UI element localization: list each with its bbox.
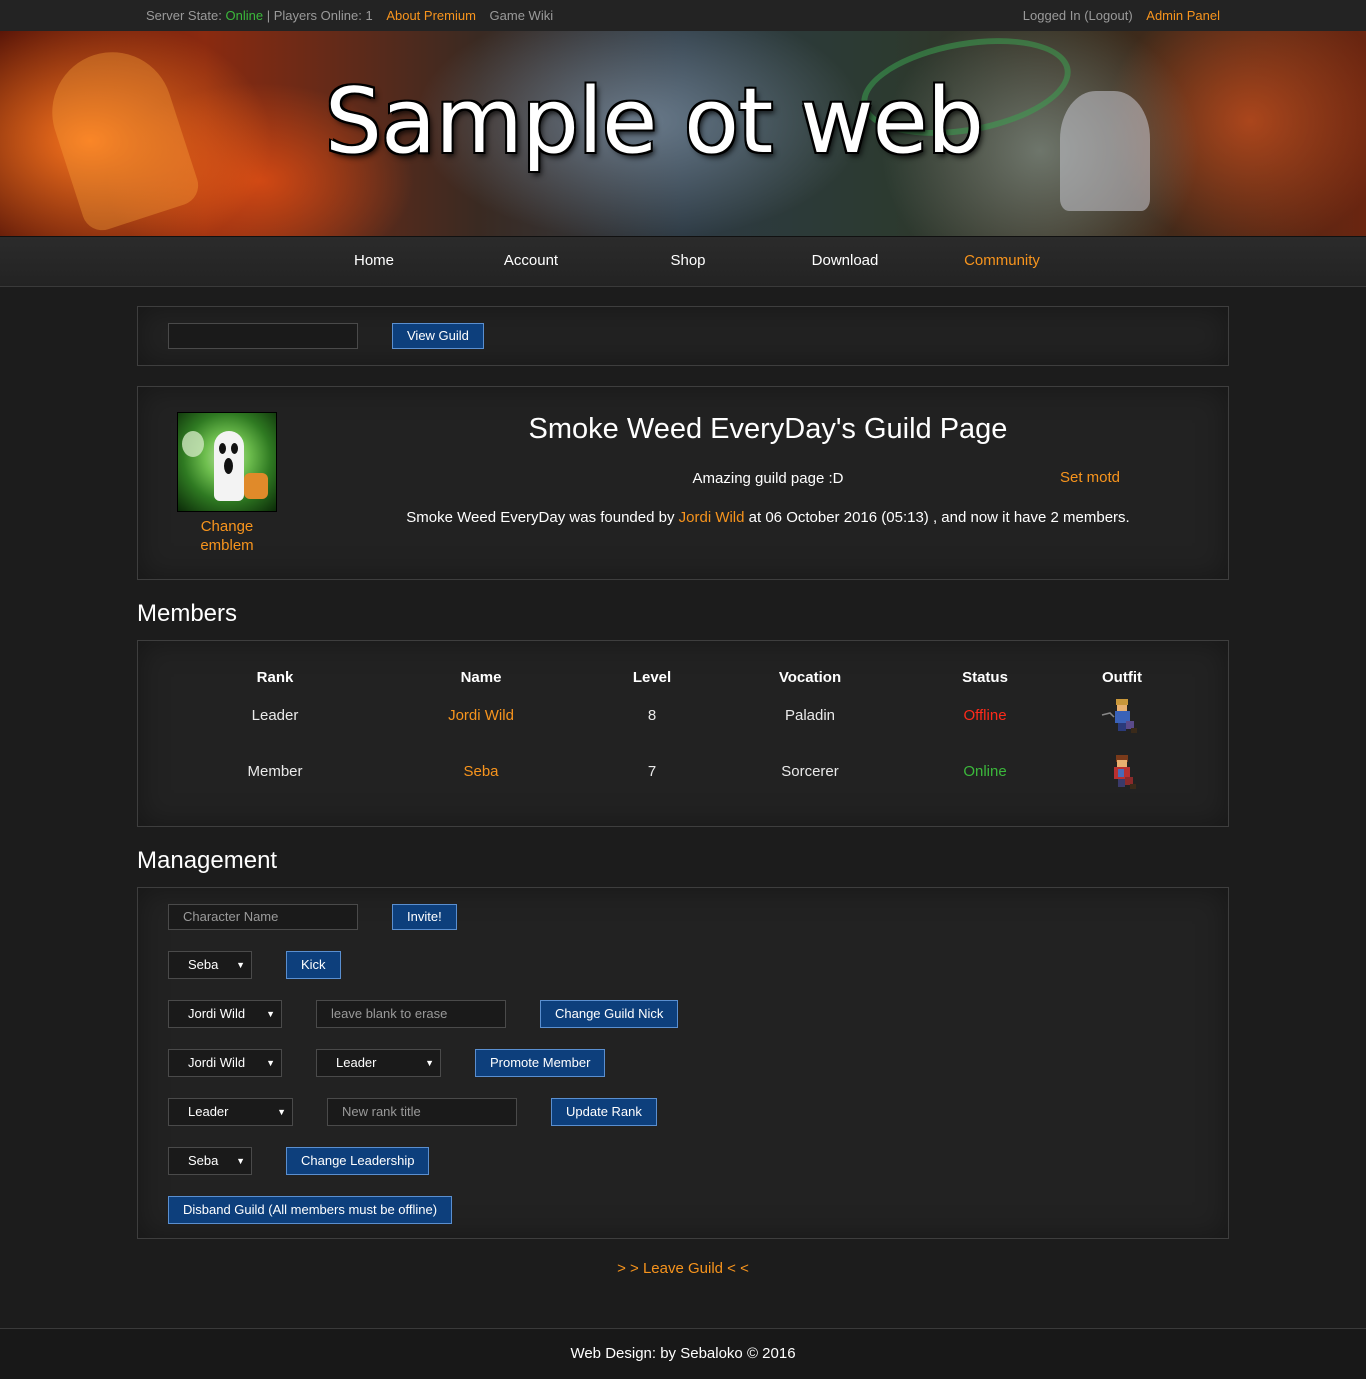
game-wiki-link[interactable]: Game Wiki (490, 8, 554, 23)
founded-suffix: at 06 October 2016 (05:13) , and now it … (744, 509, 1130, 526)
leave-guild-link[interactable]: > > Leave Guild < < (0, 1260, 1366, 1277)
member-level: 8 (647, 707, 657, 724)
outfit-paladin-icon (1101, 699, 1137, 733)
nav-home[interactable]: Home (354, 252, 394, 269)
leadership-member-value: Seba (188, 1153, 219, 1168)
promote-rank-value: Leader (336, 1055, 377, 1070)
members-table: Rank Name Level Vocation Status Outfit L… (137, 640, 1229, 827)
kick-member-select[interactable]: Seba ▼ (168, 951, 252, 979)
invite-button[interactable]: Invite! (392, 904, 457, 930)
nav-community[interactable]: Community (964, 252, 1040, 269)
change-guild-nick-button[interactable]: Change Guild Nick (540, 1000, 679, 1028)
server-state-label: Server State: (146, 8, 222, 23)
member-status-offline: Offline (963, 707, 1007, 724)
rank-select[interactable]: Leader ▼ (168, 1098, 293, 1126)
chevron-down-icon: ▼ (236, 960, 245, 970)
view-guild-button[interactable]: View Guild (392, 323, 484, 349)
about-premium-link[interactable]: About Premium (386, 8, 476, 23)
chevron-down-icon: ▼ (425, 1058, 434, 1068)
guild-search-input[interactable] (168, 323, 358, 349)
founded-prefix: Smoke Weed EveryDay was founded by (406, 509, 679, 526)
member-name-link[interactable]: Jordi Wild (448, 707, 514, 724)
header-outfit: Outfit (1102, 669, 1142, 686)
footer-credit: Web Design: by Sebaloko © 2016 (570, 1345, 796, 1362)
header-status: Status (962, 669, 1008, 686)
header-banner: Sample ot web (0, 31, 1366, 236)
member-rank: Member (247, 763, 303, 780)
set-motd-link[interactable]: Set motd (1060, 469, 1120, 486)
management-panel: Character Name Invite! Seba ▼ Kick Jordi … (137, 887, 1229, 1239)
promote-member-button[interactable]: Promote Member (475, 1049, 606, 1077)
nav-download[interactable]: Download (812, 252, 879, 269)
nick-member-value: Jordi Wild (188, 1006, 246, 1021)
kick-button[interactable]: Kick (286, 951, 341, 979)
change-leadership-button[interactable]: Change Leadership (286, 1147, 430, 1175)
rank-select-value: Leader (188, 1104, 229, 1119)
guild-motd: Amazing guild page :D (692, 470, 844, 487)
view-guild-panel: View Guild (137, 306, 1229, 366)
header-rank: Rank (256, 669, 294, 686)
members-title: Members (137, 600, 238, 627)
logout-link[interactable]: Logged In (Logout) (1023, 8, 1133, 23)
nav-account[interactable]: Account (504, 252, 558, 269)
nav-shop[interactable]: Shop (670, 252, 705, 269)
member-vocation: Sorcerer (781, 763, 839, 780)
member-status-online: Online (963, 763, 1007, 780)
main-nav: Home Account Shop Download Community (0, 236, 1366, 287)
chevron-down-icon: ▼ (266, 1058, 275, 1068)
guild-title: Smoke Weed EveryDay's Guild Page (528, 413, 1008, 445)
footer: Web Design: by Sebaloko © 2016 (0, 1328, 1366, 1379)
header-name: Name (460, 669, 502, 686)
site-title: Sample ot web (324, 69, 984, 174)
disband-guild-button[interactable]: Disband Guild (All members must be offli… (168, 1196, 453, 1224)
promote-rank-select[interactable]: Leader ▼ (316, 1049, 441, 1077)
nick-member-select[interactable]: Jordi Wild ▼ (168, 1000, 282, 1028)
top-bar: Server State: Online | Players Online: 1… (0, 0, 1366, 31)
member-level: 7 (647, 763, 657, 780)
header-vocation: Vocation (778, 669, 842, 686)
admin-panel-link[interactable]: Admin Panel (1146, 8, 1220, 23)
guild-info-panel: Change emblem Smoke Weed EveryDay's Guil… (137, 386, 1229, 580)
promote-member-select[interactable]: Jordi Wild ▼ (168, 1049, 282, 1077)
chevron-down-icon: ▼ (277, 1107, 286, 1117)
server-info: Server State: Online | Players Online: 1… (146, 8, 553, 23)
new-rank-title-input[interactable]: New rank title (327, 1098, 517, 1126)
update-rank-button[interactable]: Update Rank (551, 1098, 657, 1126)
guild-nick-input[interactable]: leave blank to erase (316, 1000, 506, 1028)
member-rank: Leader (251, 707, 299, 724)
chevron-down-icon: ▼ (236, 1156, 245, 1166)
management-title: Management (137, 847, 278, 874)
invite-character-input[interactable]: Character Name (168, 904, 358, 930)
header-level: Level (632, 669, 672, 686)
chevron-down-icon: ▼ (266, 1009, 275, 1019)
kick-member-value: Seba (188, 957, 219, 972)
member-name-link[interactable]: Seba (463, 763, 498, 780)
account-info: Logged In (Logout) Admin Panel (1023, 8, 1220, 23)
guild-founded-text: Smoke Weed EveryDay was founded by Jordi… (138, 509, 1366, 526)
member-vocation: Paladin (784, 707, 836, 724)
leadership-member-select[interactable]: Seba ▼ (168, 1147, 252, 1175)
server-state-value: Online (225, 8, 264, 23)
founder-link[interactable]: Jordi Wild (679, 509, 745, 526)
players-online: | Players Online: 1 (266, 8, 373, 23)
outfit-sorcerer-icon (1114, 755, 1136, 789)
promote-member-value: Jordi Wild (188, 1055, 246, 1070)
